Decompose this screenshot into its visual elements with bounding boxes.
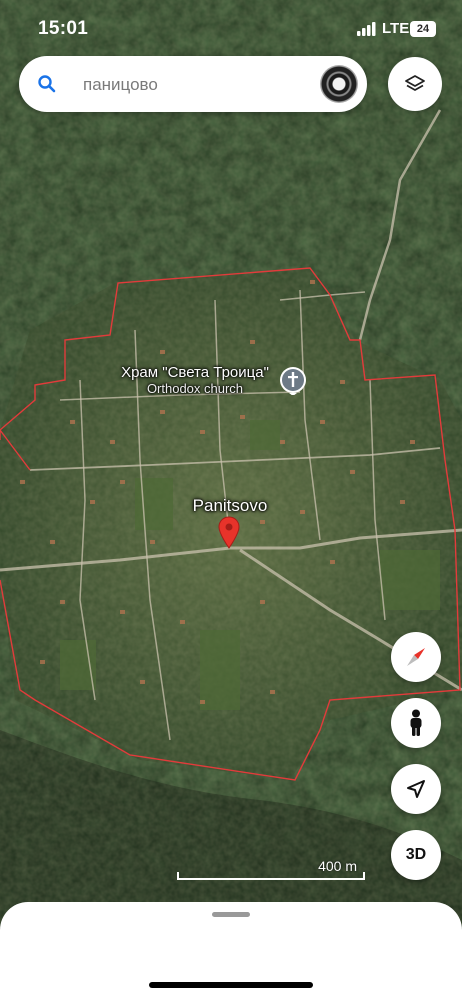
search-bar[interactable] — [19, 56, 367, 112]
pegman-icon — [410, 709, 422, 736]
home-indicator[interactable] — [149, 982, 313, 988]
clock: 15:01 — [38, 18, 89, 39]
account-avatar[interactable] — [320, 65, 358, 103]
compass-icon — [407, 648, 425, 666]
3d-view-button[interactable]: 3D — [391, 830, 441, 880]
location-pin-icon[interactable] — [218, 516, 240, 550]
layers-icon — [405, 75, 425, 91]
poi-type: Orthodox church — [146, 381, 244, 396]
status-bar: 15:01 LTE 24 — [0, 0, 462, 56]
sheet-grabber[interactable] — [212, 912, 250, 917]
my-location-button[interactable] — [391, 764, 441, 814]
signal-icon — [357, 22, 376, 36]
bottom-sheet[interactable] — [0, 902, 462, 999]
compass-button[interactable] — [391, 632, 441, 682]
search-icon[interactable] — [37, 74, 57, 94]
place-label-village[interactable]: Panitsovo — [180, 496, 280, 516]
scale-label: 400 m — [318, 858, 357, 874]
place-name: Panitsovo — [192, 496, 268, 515]
poi-label-church[interactable]: Храм "Света Троица" Orthodox church — [100, 364, 290, 396]
street-view-button[interactable] — [391, 698, 441, 748]
scale-bar: 400 m — [177, 858, 365, 880]
search-input[interactable] — [81, 71, 305, 99]
church-icon[interactable] — [278, 365, 308, 395]
poi-name: Храм "Света Троица" — [121, 364, 269, 381]
layers-button[interactable] — [388, 57, 442, 111]
network-label: LTE — [382, 20, 410, 37]
battery-icon: 24 — [410, 21, 436, 37]
navigation-arrow-icon — [407, 780, 425, 798]
